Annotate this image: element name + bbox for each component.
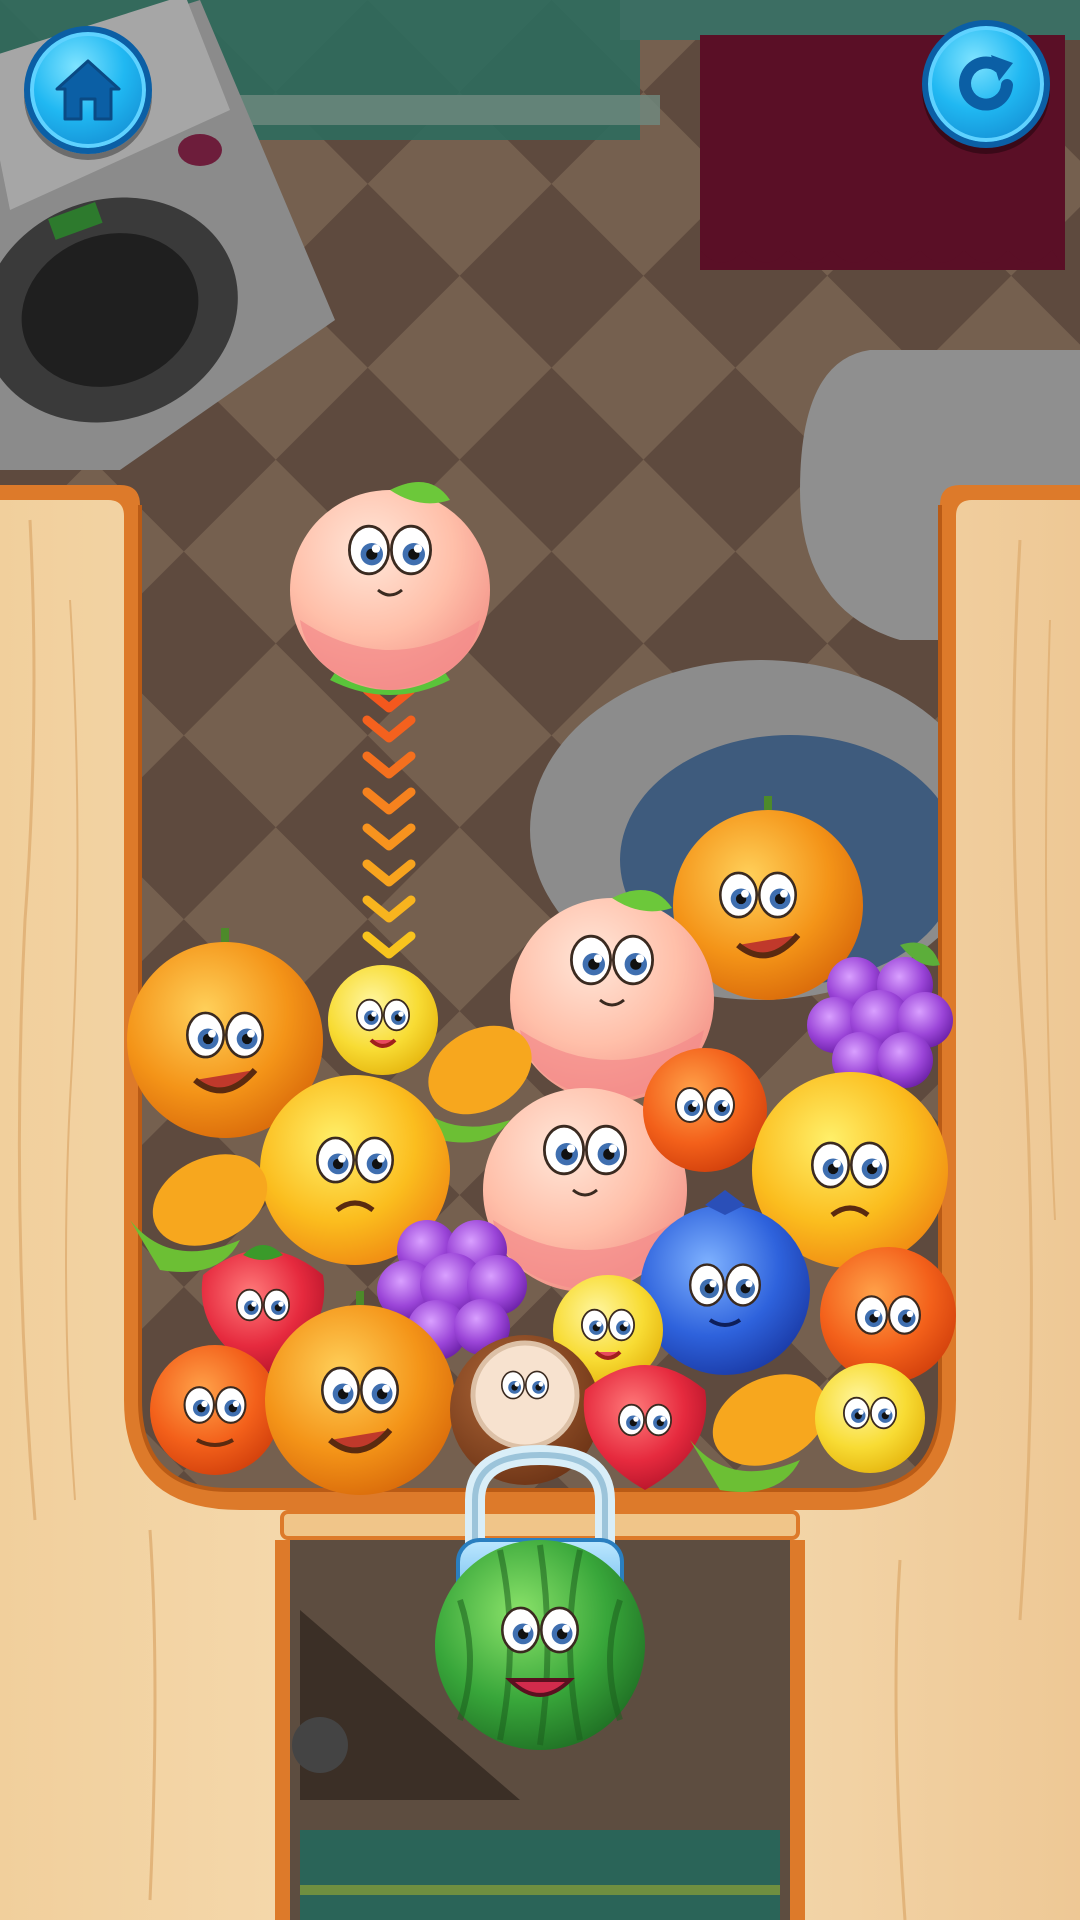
fruit-lemon[interactable] bbox=[328, 965, 438, 1075]
home-button[interactable] bbox=[24, 26, 152, 154]
fruit-tangerine[interactable] bbox=[820, 1247, 956, 1383]
restart-button[interactable] bbox=[922, 20, 1050, 148]
home-icon bbox=[53, 57, 123, 123]
game-canvas bbox=[0, 0, 1080, 1920]
fruit-tangerine[interactable] bbox=[643, 1048, 767, 1172]
fruit-tangerine[interactable] bbox=[150, 1345, 280, 1475]
fruit-lemon[interactable] bbox=[815, 1363, 925, 1473]
game-scene bbox=[0, 0, 1080, 1920]
restart-icon bbox=[951, 49, 1021, 119]
